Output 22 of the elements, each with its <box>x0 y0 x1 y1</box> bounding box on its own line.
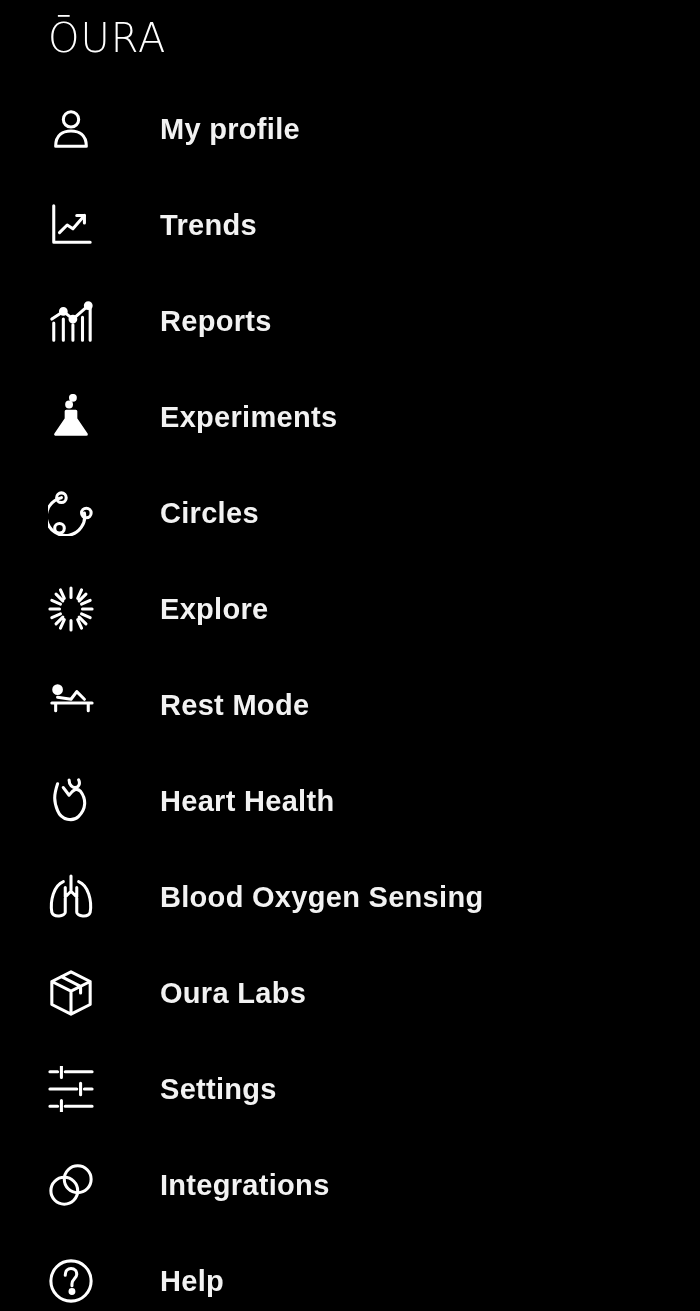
menu-item[interactable]: Trends <box>48 177 257 273</box>
menu-item[interactable]: Experiments <box>48 369 338 465</box>
menu-item[interactable]: Explore <box>48 561 269 657</box>
box-icon <box>48 970 94 1016</box>
sunburst-icon <box>48 586 94 632</box>
menu-item[interactable]: Oura Labs <box>48 945 307 1041</box>
menu-item[interactable]: Reports <box>48 273 272 369</box>
line-bar-chart-icon <box>48 298 94 344</box>
circle-nodes-icon <box>48 490 94 536</box>
brand-logo: ŌURA <box>48 14 167 63</box>
menu-item[interactable]: Rest Mode <box>48 657 310 753</box>
sliders-icon <box>48 1066 94 1112</box>
menu-item[interactable]: Blood Oxygen Sensing <box>48 849 484 945</box>
menu-item[interactable]: My profile <box>48 81 300 177</box>
menu-item[interactable]: Help <box>48 1233 225 1311</box>
linked-rings-icon <box>48 1162 94 1208</box>
menu-item[interactable]: Heart Health <box>48 753 335 849</box>
menu-item[interactable]: Circles <box>48 465 259 561</box>
help-icon <box>48 1258 94 1304</box>
menu-item[interactable]: Integrations <box>48 1137 330 1233</box>
lungs-icon <box>48 874 94 920</box>
menu-item[interactable]: Settings <box>48 1041 277 1137</box>
